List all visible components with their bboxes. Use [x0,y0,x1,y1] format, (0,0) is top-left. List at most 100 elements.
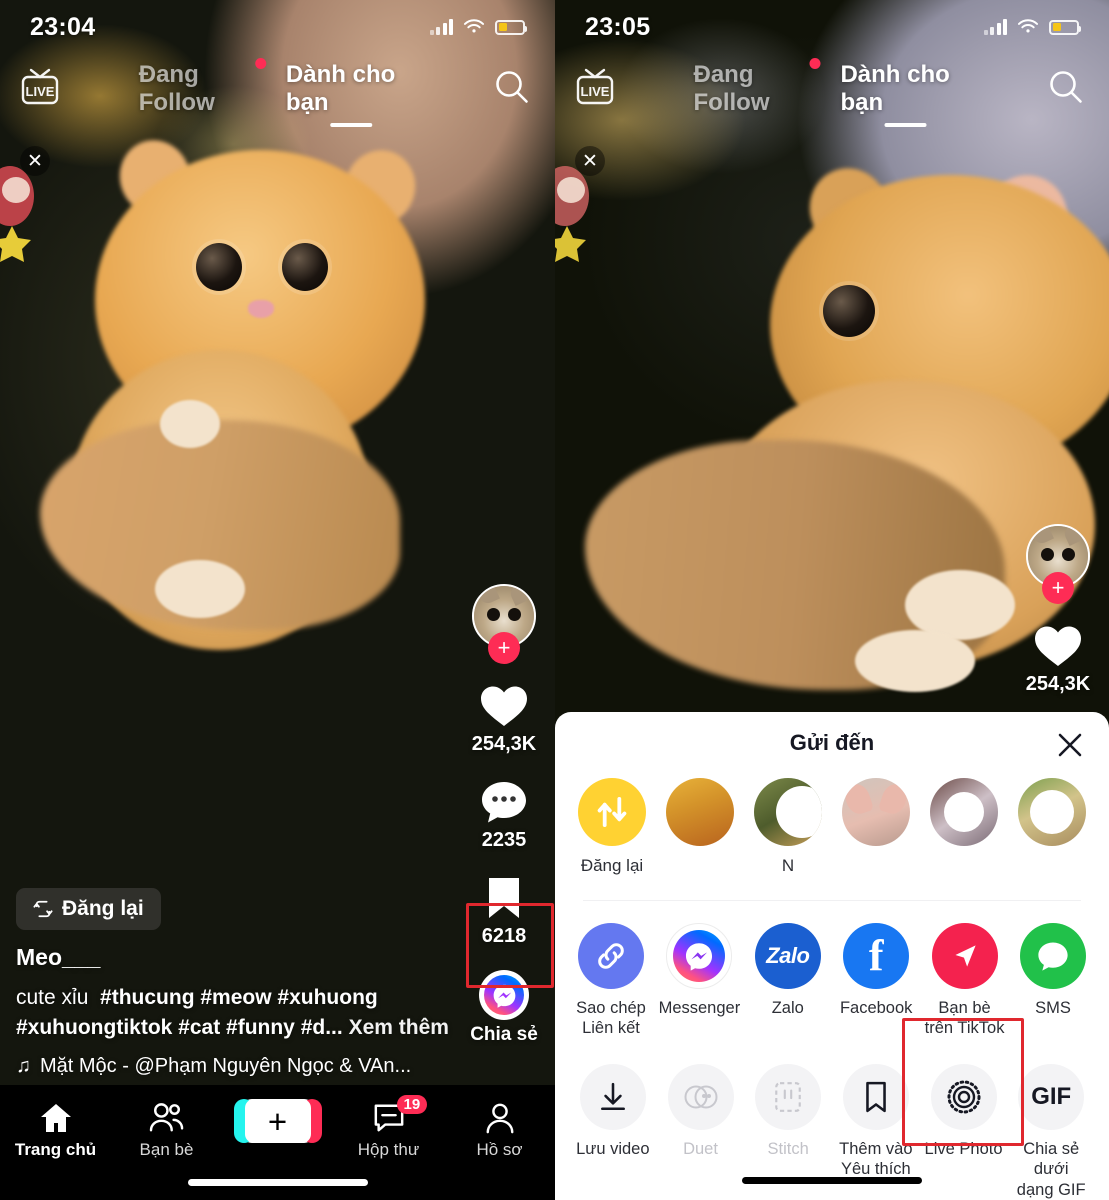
app-copy-link[interactable]: Sao chép Liên kết [569,923,653,1038]
share-messenger-button[interactable]: Chia sẻ [470,970,538,1046]
like-button[interactable]: 254,3K [471,682,537,756]
nav-label: Hồ sơ [476,1140,523,1159]
tab-danh-cho-ban[interactable]: Dành cho bạn [286,61,416,123]
contact-item[interactable]: N [747,778,829,876]
cellular-signal-icon [983,19,1007,35]
app-messenger[interactable]: Messenger [657,923,741,1038]
caption-username[interactable]: Meo___ [16,944,456,971]
action-label-line2: Yêu thích [840,1160,911,1179]
tab-label: Dành cho bạn [840,61,950,116]
contact-item[interactable] [835,778,917,876]
screenshot-stage: 23:04 LIVE Đang Follow Dành cho bạn ✕ + … [0,0,1109,1200]
contact-repost[interactable]: Đăng lại [571,778,653,876]
nav-item-profile[interactable]: Hồ sơ [444,1099,555,1160]
close-icon[interactable] [1053,728,1087,762]
tab-danh-cho-ban[interactable]: Dành cho bạn [840,61,970,123]
contact-avatar [842,778,910,846]
like-count: 254,3K [471,733,537,755]
tab-notification-dot [809,58,821,69]
share-label: Chia sẻ [470,1024,538,1045]
close-icon[interactable]: ✕ [20,146,50,176]
nav-item-home[interactable]: Trang chủ [0,1099,111,1160]
gift-sticker-icon [0,166,34,262]
tab-dang-follow[interactable]: Đang Follow [693,58,821,123]
contact-item[interactable] [1011,778,1093,876]
comment-count: 2235 [481,829,527,851]
close-icon[interactable]: ✕ [575,146,605,176]
action-save-video[interactable]: Lưu video [569,1064,657,1199]
music-title: Mặt Mộc - @Phạm Nguyên Ngọc & VAn... [40,1055,412,1077]
tab-label: Đang Follow [693,61,770,116]
action-label: Stitch [767,1140,809,1159]
cat-paw-upper [160,400,220,448]
home-indicator[interactable] [742,1177,922,1184]
repost-icon [578,778,646,846]
gift-sticker-icon [555,166,589,262]
app-label-line2: trên TikTok [924,1019,1005,1038]
follow-button[interactable]: + [1042,572,1074,604]
create-plus-icon[interactable]: + [233,1099,322,1143]
contact-avatar [930,778,998,846]
comment-button[interactable]: 2235 [479,778,529,852]
nav-item-inbox[interactable]: 19 Hộp thư [333,1095,444,1160]
tab-dang-follow[interactable]: Đang Follow [139,58,266,123]
feed-tabs: Đang Follow Dành cho bạn [139,58,417,123]
app-label-line2: Liên kết [582,1019,640,1038]
avatar[interactable]: + [472,584,536,664]
action-rail: + 254,3K 2235 6218 Chia sẻ [463,584,545,1068]
app-label: Zalo [771,999,804,1017]
app-label: Sao chép Liên kết [576,998,646,1038]
top-navigation: LIVE Đang Follow Dành cho bạn [555,58,1109,123]
heart-icon [1033,622,1083,670]
app-label: Messenger [658,999,741,1017]
app-label: SMS [1035,999,1071,1017]
app-facebook[interactable]: f Facebook [834,923,918,1038]
app-sms[interactable]: SMS [1011,923,1095,1038]
status-indicators [983,19,1081,35]
contact-item[interactable] [923,778,1005,876]
live-icon[interactable]: LIVE [573,66,617,108]
action-share-gif[interactable]: GIF Chia sẻ dưới dạng GIF [1007,1064,1095,1199]
link-icon [578,923,644,989]
contact-label: Đăng lại [580,856,644,875]
action-label: Chia sẻ dưới dạng GIF [1007,1139,1095,1199]
contact-item[interactable] [659,778,741,876]
search-icon[interactable] [491,66,533,108]
cat-eye-right [282,243,328,291]
app-tiktok-friends[interactable]: Bạn bè trên TikTok [923,923,1007,1038]
nav-item-friends[interactable]: Bạn bè [111,1099,222,1160]
status-indicators [429,19,527,35]
inbox-badge: 19 [396,1095,428,1114]
bookmark-count: 6218 [481,925,527,947]
contact-avatar [1018,778,1086,846]
share-sheet-title: Gửi đến [789,730,875,755]
facebook-brand-text: f [868,931,884,981]
action-duet[interactable]: Duet [657,1064,745,1199]
home-indicator[interactable] [187,1179,368,1186]
like-button[interactable]: 254,3K [1025,622,1091,696]
tiktok-friends-icon [931,923,998,989]
search-icon[interactable] [1045,66,1087,108]
share-sheet-header: Gửi đến [555,712,1109,774]
action-label: Thêm vào Yêu thích [839,1139,912,1179]
tab-notification-dot [254,58,266,69]
right-phone-screen: 23:05 LIVE Đang Follow Dành cho bạn ✕ + … [555,0,1109,1200]
caption-music[interactable]: ♫ Mặt Mộc - @Phạm Nguyên Ngọc & VAn... [16,1055,456,1078]
nav-item-create[interactable]: + [222,1099,333,1143]
like-count: 254,3K [1025,673,1091,695]
bookmark-icon [479,874,529,922]
bookmark-button[interactable]: 6218 [479,874,529,948]
status-time: 23:05 [585,12,651,41]
repost-button[interactable]: Đăng lại [16,888,161,931]
caption-more-link[interactable]: Xem thêm [349,1016,449,1039]
cat-paw-lower [155,560,245,618]
gif-brand-text: GIF [1031,1083,1072,1111]
app-zalo[interactable]: Zalo Zalo [746,923,830,1038]
action-live-photo[interactable]: Live Photo [920,1064,1008,1199]
action-label-line2: dạng GIF [1016,1180,1086,1199]
left-phone-screen: 23:04 LIVE Đang Follow Dành cho bạn ✕ + … [0,0,555,1200]
follow-button[interactable]: + [488,632,520,664]
avatar[interactable]: + [1026,524,1090,604]
live-photo-icon [930,1064,997,1131]
live-icon[interactable]: LIVE [18,66,62,108]
